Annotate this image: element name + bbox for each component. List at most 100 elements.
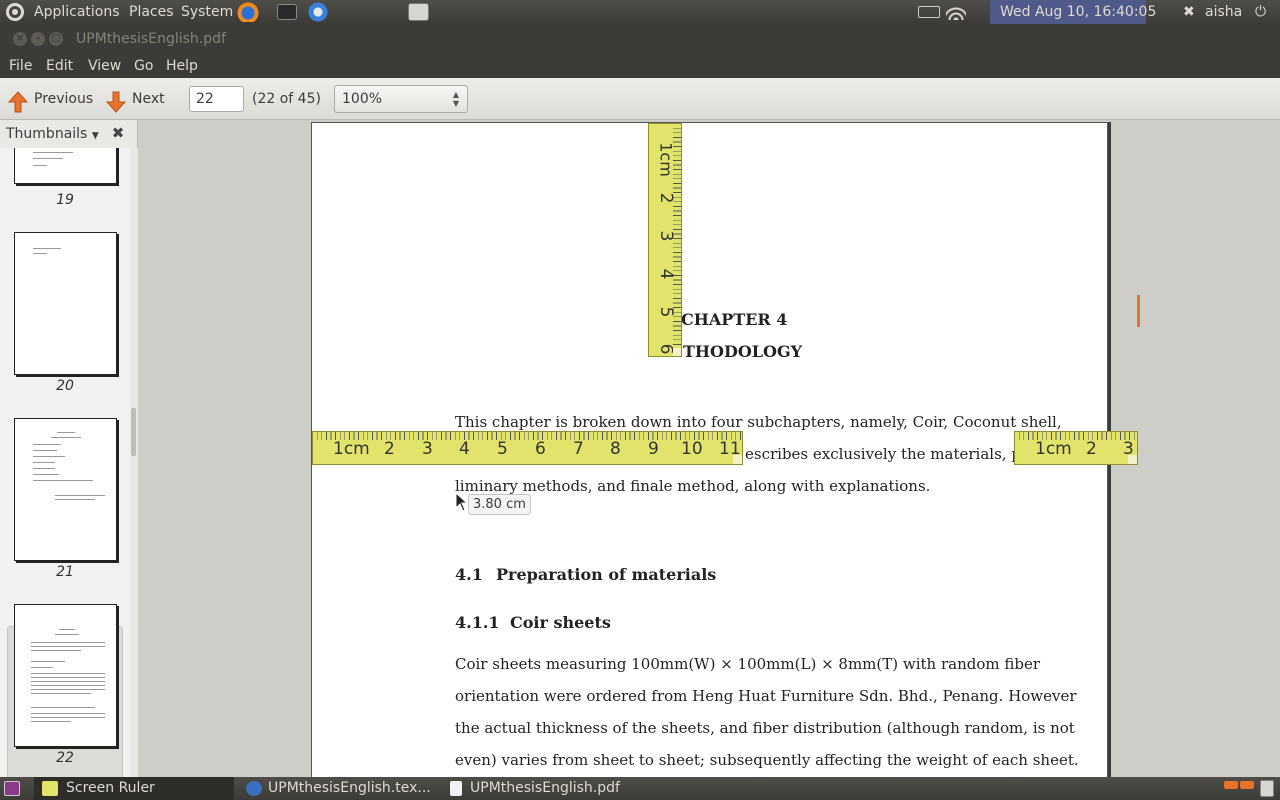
page-count: (22 of 45) [252,91,321,107]
workspace-2-icon[interactable] [1240,781,1254,789]
workspace-1-icon[interactable] [1224,781,1238,789]
clock[interactable]: Wed Aug 10, 16:40:05 [1000,0,1156,24]
menu-view[interactable]: View [88,54,121,78]
thumbnail-page-19[interactable] [14,148,117,184]
document-app-icon [450,781,462,796]
toolbar: Previous Next (22 of 45) 100% ▲▼ [0,78,1280,120]
thumbnail-label-21: 21 [56,564,74,580]
keyboard-icon[interactable] [918,6,940,18]
thumbnail-scrollbar-thumb[interactable] [131,408,136,456]
thumbnail-label-19: 19 [56,192,74,208]
maximize-window-icon[interactable]: □ [49,32,63,46]
section-title: Preparation of materials [496,565,717,584]
spin-arrows-icon: ▲ ▼ [452,90,459,108]
previous-button[interactable]: Previous [8,84,94,114]
next-label: Next [132,91,165,107]
wifi-icon[interactable] [946,4,966,20]
user-status-icon: ✖ [1183,4,1195,20]
ruler-h-label-3: 3 [422,439,433,459]
ruler-h2-label-1: 1cm [1035,439,1072,459]
ruler-h-label-2: 2 [384,439,395,459]
places-menu[interactable]: Places [129,0,174,24]
mouse-pointer-icon [455,492,469,512]
ruler-h-label-8: 8 [610,439,621,459]
ruler-h-label-7: 7 [573,439,584,459]
horizontal-screen-ruler[interactable]: 1cm 2 3 4 5 6 7 8 9 10 11 [312,431,743,465]
ruler-v-label-4: 4 [656,268,676,280]
subsection-title: Coir sheets [510,613,611,632]
applications-menu[interactable]: Applications [34,0,120,24]
thumbnail-page-20[interactable] [14,232,117,375]
ruler-h-label-9: 9 [648,439,659,459]
arrow-up-icon [8,91,28,113]
window-title: UPMthesisEnglish.pdf [76,31,226,47]
screenshot-launcher-icon[interactable] [408,3,429,21]
menu-edit[interactable]: Edit [46,54,73,78]
ruler-h2-label-2: 2 [1086,439,1097,459]
terminal-launcher-icon[interactable] [277,4,297,20]
paragraph-2-line-1: Coir sheets measuring 100mm(W) × 100mm(L… [455,655,1041,673]
ruler-h-label-10: 10 [681,439,703,459]
sidebar: Thumbnails ▼ ✖ 19 20 21 22 [0,120,138,777]
menu-file[interactable]: File [9,54,32,78]
ruler-v-resize-handle[interactable] [673,348,681,356]
previous-label: Previous [34,91,94,107]
horizontal-screen-ruler-2[interactable]: 1cm 2 3 [1014,431,1138,465]
top-panel: Applications Places System Wed Aug 10, 1… [0,0,1280,24]
paragraph-2-line-4: even) varies from sheet to sheet; subseq… [455,751,1079,769]
menu-go[interactable]: Go [134,54,153,78]
ruler-h-label-5: 5 [497,439,508,459]
chapter-title: THODOLOGY [683,342,803,361]
dropdown-arrow-icon: ▼ [91,131,99,141]
thumbnail-page-22[interactable] [14,604,117,747]
ubuntu-logo-icon[interactable] [6,3,24,21]
close-window-icon[interactable]: × [13,32,27,46]
firefox-launcher-icon[interactable] [237,2,259,22]
vertical-screen-ruler[interactable]: 1cm 2 3 4 5 6 [648,123,682,357]
thumbnail-label-20: 20 [56,378,74,394]
paragraph-2-line-2: orientation were ordered from Heng Huat … [455,687,1077,705]
thumbnail-scrollbar[interactable] [130,148,138,777]
zoom-value: 100% [342,91,383,107]
user-name[interactable]: aisha [1205,0,1242,24]
thumbnail-label-22: 22 [56,750,74,766]
chromium-launcher-icon[interactable] [307,2,329,22]
show-desktop-icon[interactable] [4,781,20,796]
section-number: 4.1 [455,565,483,584]
ruler-h-label-4: 4 [459,439,470,459]
menu-help[interactable]: Help [166,54,198,78]
paragraph-1-line-3: liminary methods, and finale method, alo… [455,477,931,495]
task-screen-ruler[interactable]: Screen Ruler [34,777,234,800]
next-button[interactable]: Next [106,84,168,114]
bottom-panel: Screen Ruler UPMthesisEnglish.tex... UPM… [0,777,1280,800]
ruler-v-label-3: 3 [656,230,676,242]
sidebar-mode-select[interactable]: Thumbnails ▼ [6,120,99,150]
paragraph-2-line-3: the actual thickness of the sheets, and … [455,719,1075,737]
page-number-input[interactable] [189,86,244,112]
arrow-down-icon [106,91,126,113]
power-icon[interactable]: ⏻ [1255,0,1266,24]
thumbnail-list: 19 20 21 22 [0,148,130,777]
ruler-v-label-2: 2 [656,192,676,204]
sidebar-header: Thumbnails ▼ ✖ [0,120,138,148]
thumbnail-page-21[interactable] [14,418,117,561]
paragraph-1-line-2: escribes exclusively the materials, pre- [745,445,1043,463]
system-menu[interactable]: System [181,0,233,24]
minimize-window-icon[interactable]: – [31,32,45,46]
task-kile[interactable]: UPMthesisEnglish.tex... [240,777,438,800]
subsection-number: 4.1.1 [455,613,500,632]
chapter-label: CHAPTER 4 [681,310,788,329]
paragraph-1-line-1: This chapter is broken down into four su… [455,413,1062,431]
task-pdf-viewer[interactable]: UPMthesisEnglish.pdf [444,777,644,800]
trash-icon[interactable] [1260,780,1274,797]
ruler-h2-resize-handle[interactable] [1128,455,1137,464]
ruler-v-label-1: 1cm [656,142,676,177]
ruler-h-resize-handle[interactable] [733,455,742,464]
zoom-select[interactable]: 100% ▲ ▼ [334,85,468,113]
ruler-h-label-6: 6 [535,439,546,459]
sidebar-title: Thumbnails [6,126,88,142]
sidebar-close-icon[interactable]: ✖ [109,123,127,143]
menubar: File Edit View Go Help [0,54,1280,78]
scroll-position-marker [1137,295,1140,327]
ruler-app-icon [42,781,58,796]
